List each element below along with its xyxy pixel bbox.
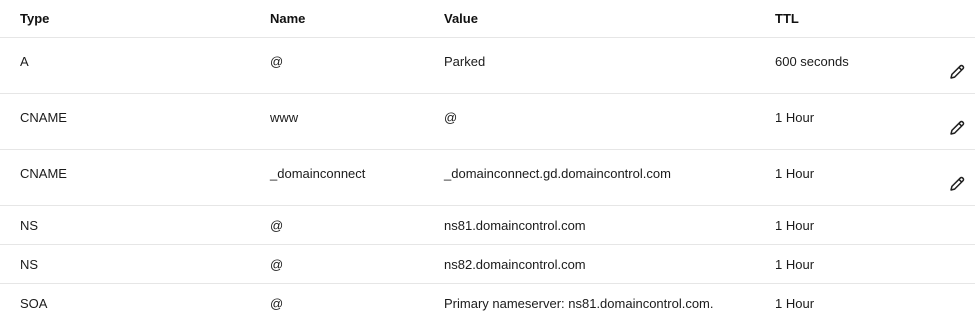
record-name: @ (270, 218, 284, 233)
table-row: A @ Parked 600 seconds (0, 38, 975, 94)
record-ttl: 1 Hour (775, 110, 815, 125)
edit-record-button[interactable] (945, 172, 969, 196)
record-ttl: 1 Hour (775, 257, 815, 272)
table-row: NS @ ns81.domaincontrol.com 1 Hour (0, 206, 975, 245)
column-header-value: Value (444, 11, 478, 26)
record-value: ns81.domaincontrol.com (444, 218, 586, 233)
record-value: @ (444, 110, 458, 125)
table-row: CNAME www @ 1 Hour (0, 94, 975, 150)
record-type: SOA (20, 296, 48, 311)
record-type: CNAME (20, 110, 67, 125)
pencil-icon (950, 176, 965, 191)
record-ttl: 1 Hour (775, 218, 815, 233)
column-header-type: Type (20, 11, 50, 26)
record-name: www (270, 110, 299, 125)
record-type: NS (20, 218, 39, 233)
record-type: NS (20, 257, 39, 272)
record-type: CNAME (20, 166, 67, 181)
record-name: @ (270, 257, 284, 272)
table-row: NS @ ns82.domaincontrol.com 1 Hour (0, 245, 975, 284)
record-ttl: 1 Hour (775, 166, 815, 181)
pencil-icon (950, 64, 965, 79)
record-value: Primary nameserver: ns81.domaincontrol.c… (444, 296, 714, 311)
record-value: Parked (444, 54, 486, 69)
dns-records-table: Type Name Value TTL A @ Parked 600 secon… (0, 0, 975, 323)
record-name: @ (270, 296, 284, 311)
record-name: @ (270, 54, 284, 69)
table-header: Type Name Value TTL (0, 0, 975, 38)
column-header-ttl: TTL (775, 11, 799, 26)
table-row: SOA @ Primary nameserver: ns81.domaincon… (0, 284, 975, 323)
record-ttl: 1 Hour (775, 296, 815, 311)
record-value: _domainconnect.gd.domaincontrol.com (444, 166, 671, 181)
record-name: _domainconnect (270, 166, 366, 181)
record-ttl: 600 seconds (775, 54, 849, 69)
edit-record-button[interactable] (945, 116, 969, 140)
column-header-name: Name (270, 11, 306, 26)
record-value: ns82.domaincontrol.com (444, 257, 586, 272)
pencil-icon (950, 120, 965, 135)
table-row: CNAME _domainconnect _domainconnect.gd.d… (0, 150, 975, 206)
edit-record-button[interactable] (945, 60, 969, 84)
record-type: A (20, 54, 29, 69)
